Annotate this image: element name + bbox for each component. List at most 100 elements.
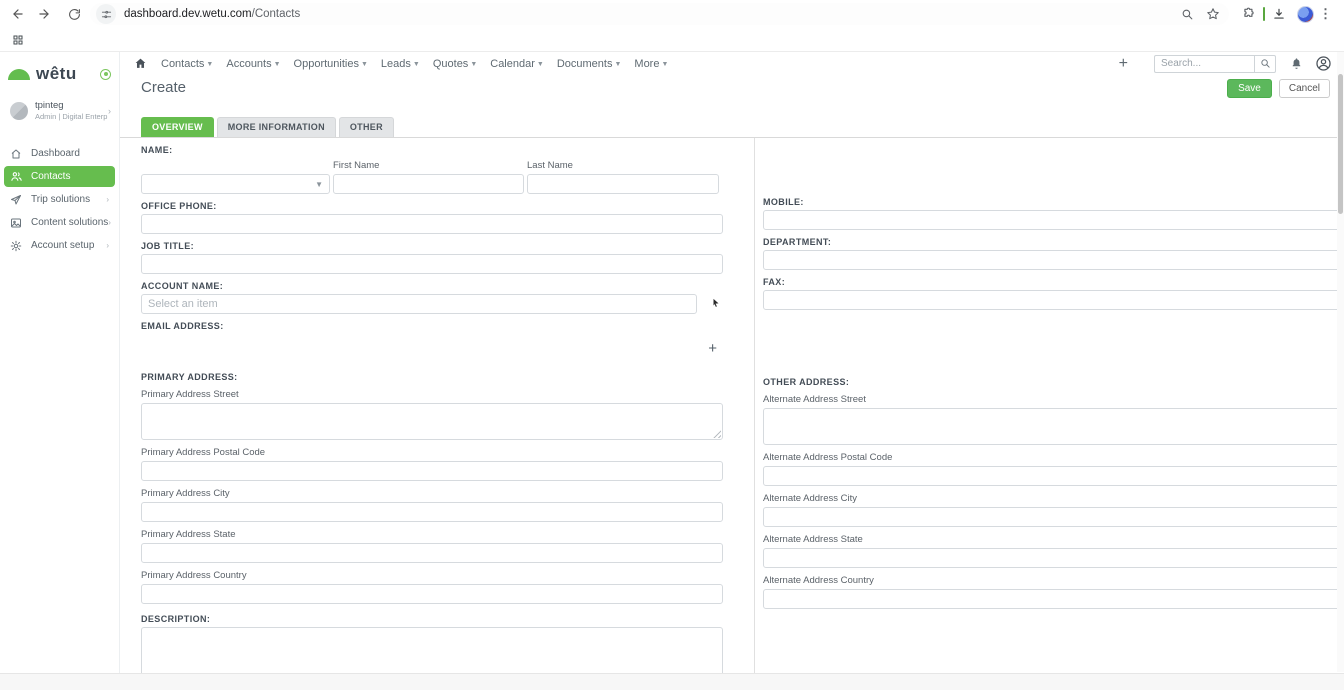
- back-icon[interactable]: [8, 4, 28, 24]
- office-phone-label: OFFICE PHONE:: [141, 201, 217, 211]
- primary-postal-field[interactable]: [141, 461, 723, 481]
- office-phone-field[interactable]: [141, 214, 723, 234]
- site-info-icon[interactable]: [96, 4, 116, 24]
- nav-contacts[interactable]: Contacts ▼: [161, 58, 213, 70]
- refresh-icon[interactable]: [64, 4, 84, 24]
- alternate-street-wrap: [763, 408, 1344, 445]
- sidebar-item-trip-solutions[interactable]: Trip solutions ›: [4, 189, 115, 210]
- sidebar-item-label: Contacts: [31, 171, 71, 183]
- scrollbar-thumb[interactable]: [1338, 74, 1343, 214]
- tab-more-information[interactable]: MORE INFORMATION: [216, 117, 336, 137]
- nav-documents[interactable]: Documents ▼: [557, 58, 622, 70]
- salutation-select[interactable]: ▼: [141, 174, 330, 194]
- tab-overview[interactable]: OVERVIEW: [141, 117, 214, 137]
- department-label: DEPARTMENT:: [763, 237, 832, 247]
- url-path: /Contacts: [251, 8, 301, 20]
- wetu-arch-icon: [8, 68, 30, 80]
- last-name-field[interactable]: [527, 174, 719, 194]
- browser-menu-icon[interactable]: ⋮: [1315, 6, 1336, 22]
- search-icon[interactable]: [1254, 54, 1276, 73]
- user-menu[interactable]: tpinteg Admin | Digital Enterp... ›: [0, 94, 119, 133]
- page-scrollbar[interactable]: [1337, 52, 1344, 672]
- sidebar-toggle-icon[interactable]: [100, 68, 111, 80]
- primary-street-field[interactable]: [141, 403, 723, 440]
- first-name-label: First Name: [333, 160, 380, 171]
- user-name: tpinteg: [35, 100, 64, 111]
- fax-field[interactable]: [763, 290, 1344, 310]
- screen: dashboard.dev.wetu.com/Contacts ⋮ wêtu t…: [0, 0, 1344, 690]
- image-icon: [10, 216, 23, 229]
- sidebar-item-label: Account setup: [31, 240, 95, 252]
- quick-add-icon[interactable]: +: [1119, 55, 1128, 72]
- primary-country-field[interactable]: [141, 584, 723, 604]
- alternate-state-label: Alternate Address State: [763, 534, 863, 545]
- primary-state-field[interactable]: [141, 543, 723, 563]
- nav-home-icon[interactable]: [134, 57, 147, 70]
- save-button[interactable]: Save: [1227, 79, 1272, 98]
- browser-toolbar: dashboard.dev.wetu.com/Contacts ⋮: [0, 0, 1344, 28]
- bookmark-star-icon[interactable]: [1203, 4, 1223, 24]
- browser-profile-avatar[interactable]: [1295, 4, 1315, 24]
- name-row: ▼ First Name Last Name: [141, 160, 723, 194]
- contacts-icon: [10, 170, 23, 183]
- search-input[interactable]: [1154, 54, 1254, 73]
- chevron-right-icon: ›: [108, 218, 111, 228]
- sidebar-item-label: Trip solutions: [31, 194, 91, 206]
- contact-create-form: NAME: ▼ First Name Last Name OFFICE PHON…: [120, 138, 1344, 690]
- cancel-button[interactable]: Cancel: [1278, 79, 1330, 98]
- form-right-column: MOBILE: DEPARTMENT: FAX: OTHER ADDRESS: …: [763, 138, 1344, 690]
- nav-calendar[interactable]: Calendar ▼: [490, 58, 544, 70]
- apps-grid-icon[interactable]: [8, 30, 28, 50]
- sidebar-item-contacts[interactable]: Contacts: [4, 166, 115, 188]
- chevron-down-icon: ▼: [470, 60, 478, 68]
- nav-more[interactable]: More ▼: [634, 58, 668, 70]
- mobile-label: MOBILE:: [763, 197, 804, 207]
- nav-opportunities[interactable]: Opportunities ▼: [294, 58, 368, 70]
- alternate-state-field[interactable]: [763, 548, 1344, 568]
- first-name-field[interactable]: [333, 174, 524, 194]
- department-field[interactable]: [763, 250, 1344, 270]
- nav-accounts[interactable]: Accounts ▼: [226, 58, 280, 70]
- profile-avatar-icon[interactable]: [1315, 55, 1332, 72]
- download-icon[interactable]: [1269, 4, 1289, 24]
- alternate-city-field[interactable]: [763, 507, 1344, 527]
- url-text: dashboard.dev.wetu.com/Contacts: [124, 8, 300, 20]
- sidebar-item-account-setup[interactable]: Account setup ›: [4, 235, 115, 256]
- alternate-street-field[interactable]: [763, 408, 1344, 445]
- forward-icon[interactable]: [34, 4, 54, 24]
- chevron-down-icon: ▼: [315, 179, 323, 189]
- primary-country-label: Primary Address Country: [141, 570, 247, 581]
- primary-city-label: Primary Address City: [141, 488, 230, 499]
- primary-city-field[interactable]: [141, 502, 723, 522]
- address-bar[interactable]: dashboard.dev.wetu.com/Contacts: [90, 3, 1229, 25]
- extensions-icon[interactable]: [1239, 4, 1259, 24]
- last-name-label: Last Name: [527, 160, 573, 171]
- chevron-right-icon: ›: [106, 241, 109, 251]
- account-lookup-cursor-icon[interactable]: [711, 297, 721, 309]
- primary-postal-label: Primary Address Postal Code: [141, 447, 266, 458]
- alternate-country-field[interactable]: [763, 589, 1344, 609]
- add-email-icon[interactable]: +: [708, 341, 717, 356]
- tab-other[interactable]: OTHER: [338, 117, 394, 137]
- zoom-icon[interactable]: [1177, 4, 1197, 24]
- alternate-postal-field[interactable]: [763, 466, 1344, 486]
- sidebar-item-dashboard[interactable]: Dashboard: [4, 143, 115, 164]
- chevron-down-icon: ▼: [412, 60, 420, 68]
- sidebar-item-label: Dashboard: [31, 148, 80, 160]
- account-name-field[interactable]: [141, 294, 697, 314]
- column-divider: [754, 138, 755, 673]
- name-section-label: NAME:: [141, 145, 173, 155]
- sidebar-item-label: Content solutions: [31, 217, 109, 229]
- user-avatar: [10, 101, 28, 120]
- toolbar-divider: [1263, 7, 1265, 21]
- sidebar: wêtu tpinteg Admin | Digital Enterp... ›…: [0, 52, 120, 690]
- sidebar-item-content-solutions[interactable]: Content solutions ›: [4, 212, 115, 233]
- mobile-field[interactable]: [763, 210, 1344, 230]
- job-title-field[interactable]: [141, 254, 723, 274]
- notifications-bell-icon[interactable]: [1290, 57, 1303, 70]
- user-role: Admin | Digital Enterp...: [35, 111, 108, 121]
- other-address-section-label: OTHER ADDRESS:: [763, 377, 850, 387]
- nav-leads[interactable]: Leads ▼: [381, 58, 420, 70]
- column-gutter: [723, 138, 754, 690]
- nav-quotes[interactable]: Quotes ▼: [433, 58, 477, 70]
